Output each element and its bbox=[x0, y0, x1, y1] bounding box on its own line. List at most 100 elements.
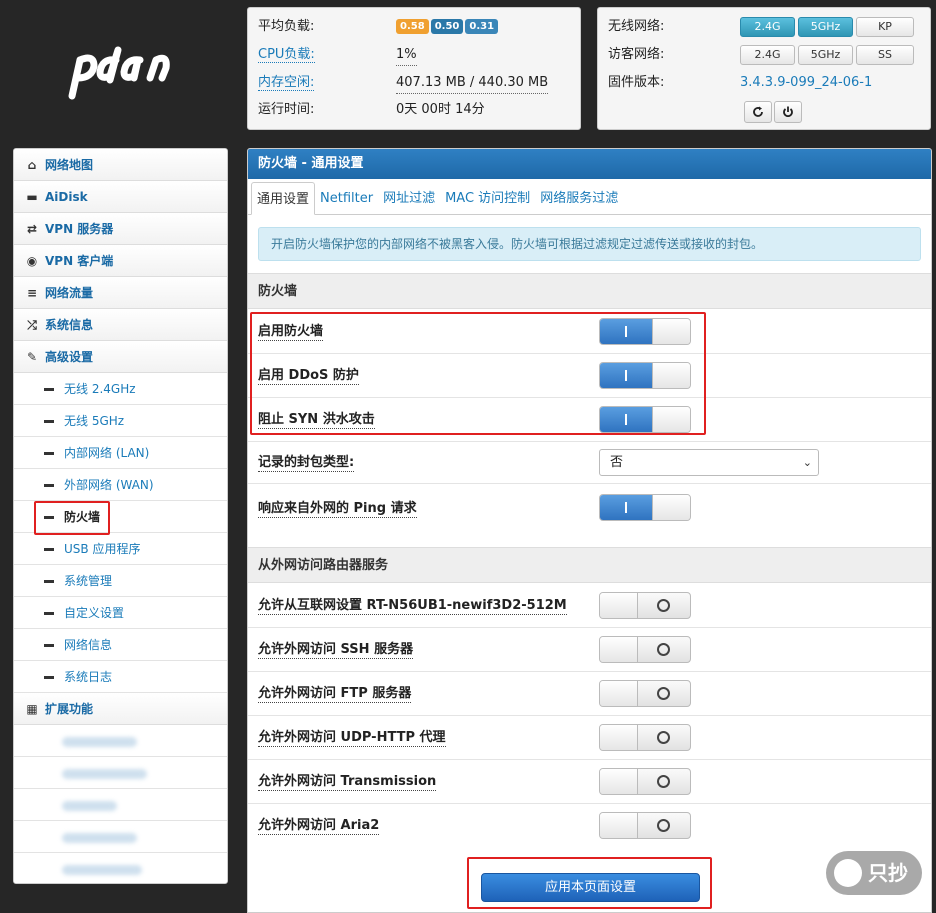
sidebar-item-aidisk[interactable]: ▬ AiDisk bbox=[14, 181, 227, 213]
ping-toggle[interactable] bbox=[599, 494, 691, 521]
log-type-select[interactable]: 否 ⌄ bbox=[599, 449, 819, 476]
sidebar-sub-wifi24[interactable]: 无线 2.4GHz bbox=[14, 373, 227, 405]
watermark-text: 只抄 bbox=[868, 861, 908, 885]
remote-web-label: 允许从互联网设置 RT-N56UB1-newif3D2-512M bbox=[258, 598, 567, 615]
tab-service-filter[interactable]: 网络服务过滤 bbox=[535, 182, 623, 215]
sidebar-item-sysinfo[interactable]: ⤮ 系统信息 bbox=[14, 309, 227, 341]
tab-mac-filter[interactable]: MAC 访问控制 bbox=[440, 182, 535, 215]
sub-item-label: 系统管理 bbox=[64, 574, 113, 588]
remote-ssh-toggle[interactable] bbox=[599, 636, 691, 663]
sidebar-item-extensions[interactable]: ▦ 扩展功能 bbox=[14, 693, 227, 725]
load-badge-1: 0.58 bbox=[396, 19, 429, 34]
remote-web-toggle[interactable] bbox=[599, 592, 691, 619]
tab-general[interactable]: 通用设置 bbox=[251, 182, 316, 215]
remote-ssh-label: 允许外网访问 SSH 服务器 bbox=[258, 642, 414, 659]
sidebar-item-vpn-server[interactable]: ⇄ VPN 服务器 bbox=[14, 213, 227, 245]
sub-item-label: 无线 2.4GHz bbox=[64, 382, 136, 396]
tab-netfilter[interactable]: Netfilter bbox=[315, 182, 378, 215]
remote-udp-toggle[interactable] bbox=[599, 724, 691, 751]
sub-item-label: 网络信息 bbox=[64, 638, 113, 652]
remote-aria2-label: 允许外网访问 Aria2 bbox=[258, 818, 380, 835]
sidebar-item-label: 网络流量 bbox=[45, 286, 94, 300]
sidebar-ext-item[interactable] bbox=[14, 789, 227, 821]
row-log-type: 记录的封包类型: 否 ⌄ bbox=[248, 442, 931, 484]
power-controls bbox=[744, 101, 804, 123]
row-remote-web: 允许从互联网设置 RT-N56UB1-newif3D2-512M bbox=[248, 584, 931, 628]
wifi-label: 无线网络: bbox=[608, 19, 665, 34]
sidebar-item-vpn-client[interactable]: ◉ VPN 客户端 bbox=[14, 245, 227, 277]
firmware-value[interactable]: 3.4.3.9-099_24-06-1 bbox=[740, 73, 872, 93]
dash-icon bbox=[44, 612, 54, 615]
dash-icon bbox=[44, 548, 54, 551]
row-remote-aria2: 允许外网访问 Aria2 bbox=[248, 804, 931, 848]
sidebar-item-traffic[interactable]: ≡ 网络流量 bbox=[14, 277, 227, 309]
sub-item-label: 内部网络 (LAN) bbox=[64, 446, 150, 460]
refresh-icon bbox=[753, 106, 763, 117]
highlight-firewall-nav bbox=[34, 501, 110, 535]
guest-24g-button[interactable]: 2.4G bbox=[740, 45, 795, 65]
row-ping: 响应来自外网的 Ping 请求 bbox=[248, 484, 931, 548]
remote-ftp-label: 允许外网访问 FTP 服务器 bbox=[258, 686, 412, 703]
remote-transmission-toggle[interactable] bbox=[599, 768, 691, 795]
chevron-down-icon: ⌄ bbox=[802, 456, 812, 469]
sidebar-item-label: VPN 客户端 bbox=[45, 254, 114, 268]
dash-icon bbox=[44, 644, 54, 647]
wifi-5g-button[interactable]: 5GHz bbox=[798, 17, 853, 37]
dash-icon bbox=[44, 388, 54, 391]
sidebar-ext-item[interactable] bbox=[14, 725, 227, 757]
sidebar-ext-item[interactable] bbox=[14, 757, 227, 789]
sidebar-sub-wan[interactable]: 外部网络 (WAN) bbox=[14, 469, 227, 501]
remote-ftp-toggle[interactable] bbox=[599, 680, 691, 707]
load-values: 0.58 0.50 0.31 bbox=[396, 17, 500, 37]
section-firewall: 防火墙 bbox=[248, 273, 931, 309]
remote-aria2-toggle[interactable] bbox=[599, 812, 691, 839]
sidebar-item-network-map[interactable]: ⌂ 网络地图 bbox=[14, 149, 227, 181]
tab-bar: 通用设置 Netfilter 网址过滤 MAC 访问控制 网络服务过滤 bbox=[248, 179, 931, 215]
blurred-label bbox=[62, 832, 137, 843]
sidebar-sub-usb[interactable]: USB 应用程序 bbox=[14, 533, 227, 565]
cpu-link[interactable]: CPU负载: bbox=[258, 47, 315, 63]
shuffle-icon: ⤮ bbox=[27, 318, 37, 332]
guest-5g-button[interactable]: 5GHz bbox=[798, 45, 853, 65]
log-type-label: 记录的封包类型: bbox=[258, 455, 355, 472]
dash-icon bbox=[44, 420, 54, 423]
row-remote-transmission: 允许外网访问 Transmission bbox=[248, 760, 931, 804]
dash-icon bbox=[44, 676, 54, 679]
guest-ss-button[interactable]: SS bbox=[856, 45, 914, 65]
highlight-apply-button bbox=[467, 857, 712, 909]
dash-icon bbox=[44, 452, 54, 455]
tab-url-filter[interactable]: 网址过滤 bbox=[378, 182, 440, 215]
reboot-button[interactable] bbox=[744, 101, 772, 123]
sidebar-sub-lan[interactable]: 内部网络 (LAN) bbox=[14, 437, 227, 469]
sidebar-ext-item[interactable] bbox=[14, 821, 227, 853]
sidebar-item-label: 高级设置 bbox=[45, 350, 94, 364]
sidebar-ext-item[interactable] bbox=[14, 853, 227, 883]
row-remote-udp: 允许外网访问 UDP-HTTP 代理 bbox=[248, 716, 931, 760]
info-alert: 开启防火墙保护您的内部网络不被黑客入侵。防火墙可根据过滤规定过滤传送或接收的封包… bbox=[258, 227, 921, 261]
mem-link[interactable]: 内存空闲: bbox=[258, 75, 315, 91]
globe-icon: ◉ bbox=[26, 254, 38, 268]
blurred-label bbox=[62, 800, 117, 811]
wifi-kp-button[interactable]: KP bbox=[856, 17, 914, 37]
sidebar-item-advanced[interactable]: ✎ 高级设置 bbox=[14, 341, 227, 373]
sidebar-item-label: 扩展功能 bbox=[45, 702, 94, 716]
guest-label: 访客网络: bbox=[608, 47, 665, 62]
transfer-icon: ⇄ bbox=[26, 222, 38, 236]
sidebar-sub-custom[interactable]: 自定义设置 bbox=[14, 597, 227, 629]
sidebar-item-label: 系统信息 bbox=[45, 318, 94, 332]
sub-item-label: 外部网络 (WAN) bbox=[64, 478, 154, 492]
sidebar-sub-wifi5[interactable]: 无线 5GHz bbox=[14, 405, 227, 437]
section-remote-access: 从外网访问路由器服务 bbox=[248, 547, 931, 583]
load-badge-5: 0.50 bbox=[430, 19, 464, 34]
cpu-value: 1% bbox=[396, 45, 417, 66]
dog-face-icon bbox=[834, 859, 862, 887]
sidebar-sub-admin[interactable]: 系统管理 bbox=[14, 565, 227, 597]
sidebar-sub-syslog[interactable]: 系统日志 bbox=[14, 661, 227, 693]
power-icon bbox=[783, 106, 793, 117]
system-status-panel: 平均负载: 0.58 0.50 0.31 CPU负载: 1% 内存空闲: 407.1… bbox=[247, 7, 581, 130]
wifi-24g-button[interactable]: 2.4G bbox=[740, 17, 795, 37]
sidebar-sub-netinfo[interactable]: 网络信息 bbox=[14, 629, 227, 661]
shutdown-button[interactable] bbox=[774, 101, 802, 123]
sidebar-item-label: VPN 服务器 bbox=[45, 222, 114, 236]
highlight-firewall-toggles bbox=[250, 312, 706, 435]
